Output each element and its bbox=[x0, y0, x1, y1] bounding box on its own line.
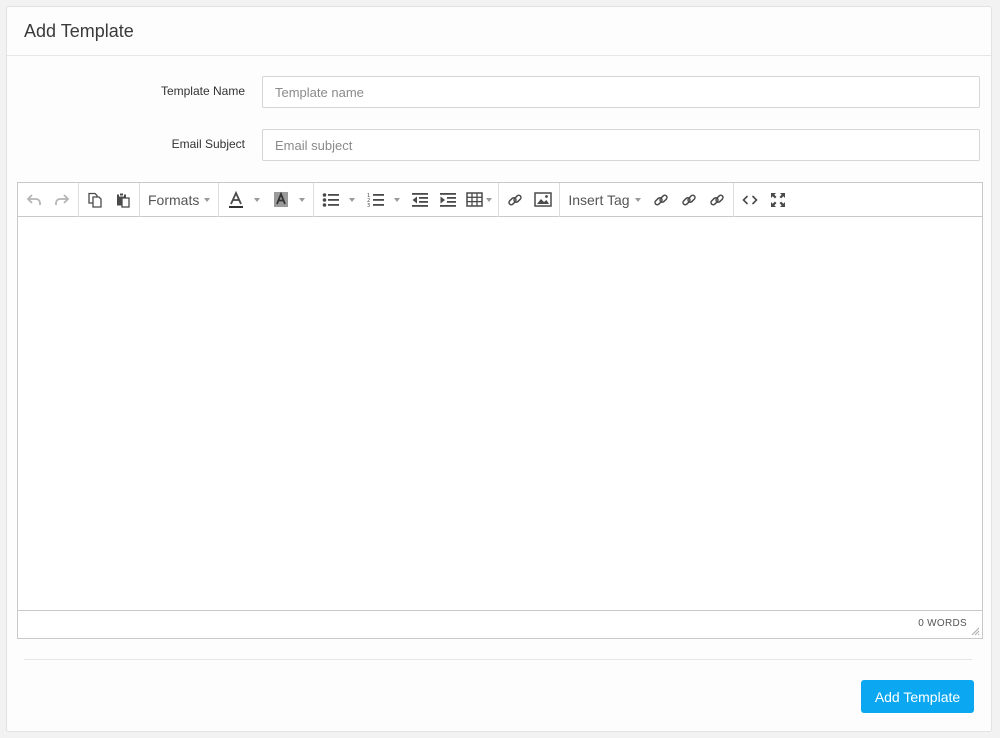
text-color-button[interactable] bbox=[221, 187, 266, 213]
list-group: 1 2 3 bbox=[314, 182, 500, 217]
source-code-button[interactable] bbox=[736, 187, 764, 213]
template-name-input[interactable] bbox=[262, 76, 980, 108]
table-button[interactable] bbox=[462, 187, 496, 213]
color-group bbox=[219, 182, 315, 217]
panel-header: Add Template bbox=[7, 7, 991, 56]
template-name-label: Template Name bbox=[160, 84, 245, 98]
copy-icon bbox=[88, 192, 102, 208]
fullscreen-icon bbox=[770, 192, 785, 207]
link-icon bbox=[681, 194, 696, 205]
formats-dropdown[interactable]: Formats bbox=[142, 187, 216, 213]
link-icon bbox=[653, 194, 668, 205]
chevron-down-icon bbox=[349, 197, 356, 202]
bullet-list-button[interactable] bbox=[316, 187, 361, 213]
insert-group bbox=[499, 182, 561, 217]
source-code-icon bbox=[741, 194, 758, 205]
table-icon bbox=[466, 192, 484, 207]
chevron-down-icon bbox=[634, 197, 641, 202]
indent-button[interactable] bbox=[434, 187, 462, 213]
chevron-down-icon bbox=[486, 197, 493, 202]
link-icon bbox=[709, 194, 724, 205]
editor-content-area[interactable] bbox=[18, 217, 982, 610]
chevron-down-icon bbox=[204, 197, 211, 202]
link-icon bbox=[508, 194, 523, 205]
copy-button[interactable] bbox=[81, 187, 109, 213]
email-subject-label: Email Subject bbox=[171, 137, 245, 151]
word-count: 0 WORDS bbox=[918, 618, 967, 629]
resize-handle-icon[interactable] bbox=[970, 626, 980, 636]
text-color-icon bbox=[229, 190, 244, 208]
template-name-row: Template Name bbox=[7, 76, 991, 108]
history-group bbox=[18, 182, 79, 217]
add-template-panel: Add Template Template Name Email Subject bbox=[6, 6, 992, 732]
background-color-button[interactable] bbox=[266, 187, 311, 213]
redo-button[interactable] bbox=[48, 187, 76, 213]
insert-image-button[interactable] bbox=[529, 187, 557, 213]
editor-toolbar: Formats 1 2 3 Insert Tag bbox=[18, 182, 982, 217]
insert-tag-label: Insert Tag bbox=[568, 191, 630, 208]
numbered-list-icon: 1 2 3 bbox=[367, 193, 385, 208]
page-title: Add Template bbox=[24, 20, 134, 41]
editor-statusbar: 0 WORDS bbox=[18, 610, 982, 638]
outdent-button[interactable] bbox=[406, 187, 434, 213]
chevron-down-icon bbox=[299, 197, 306, 202]
chevron-down-icon bbox=[254, 197, 261, 202]
background-color-icon bbox=[274, 191, 289, 207]
rich-text-editor: Formats 1 2 3 Insert Tag 0 WORDS bbox=[17, 182, 983, 639]
insert-tag-dropdown[interactable]: Insert Tag bbox=[562, 187, 646, 213]
undo-button[interactable] bbox=[20, 187, 48, 213]
link-button-2[interactable] bbox=[675, 187, 703, 213]
clipboard-group bbox=[79, 182, 140, 217]
paste-icon bbox=[117, 192, 130, 208]
view-group bbox=[734, 183, 794, 217]
formats-group: Formats bbox=[140, 182, 220, 217]
add-template-button[interactable]: Add Template bbox=[861, 680, 974, 713]
insert-link-button[interactable] bbox=[501, 187, 529, 213]
formats-label: Formats bbox=[148, 191, 200, 208]
bullet-list-icon bbox=[323, 192, 340, 207]
svg-text:3: 3 bbox=[367, 203, 370, 208]
image-icon bbox=[534, 192, 553, 207]
link-button-3[interactable] bbox=[703, 187, 731, 213]
redo-icon bbox=[55, 193, 70, 205]
tag-group: Insert Tag bbox=[560, 182, 734, 217]
paste-button[interactable] bbox=[109, 187, 137, 213]
link-button-1[interactable] bbox=[647, 187, 675, 213]
undo-icon bbox=[26, 193, 41, 205]
outdent-icon bbox=[412, 192, 429, 207]
email-subject-row: Email Subject bbox=[7, 129, 991, 161]
email-subject-input[interactable] bbox=[262, 129, 980, 161]
indent-icon bbox=[440, 192, 457, 207]
divider bbox=[24, 659, 972, 660]
chevron-down-icon bbox=[394, 197, 401, 202]
fullscreen-button[interactable] bbox=[764, 187, 792, 213]
numbered-list-button[interactable]: 1 2 3 bbox=[361, 187, 406, 213]
